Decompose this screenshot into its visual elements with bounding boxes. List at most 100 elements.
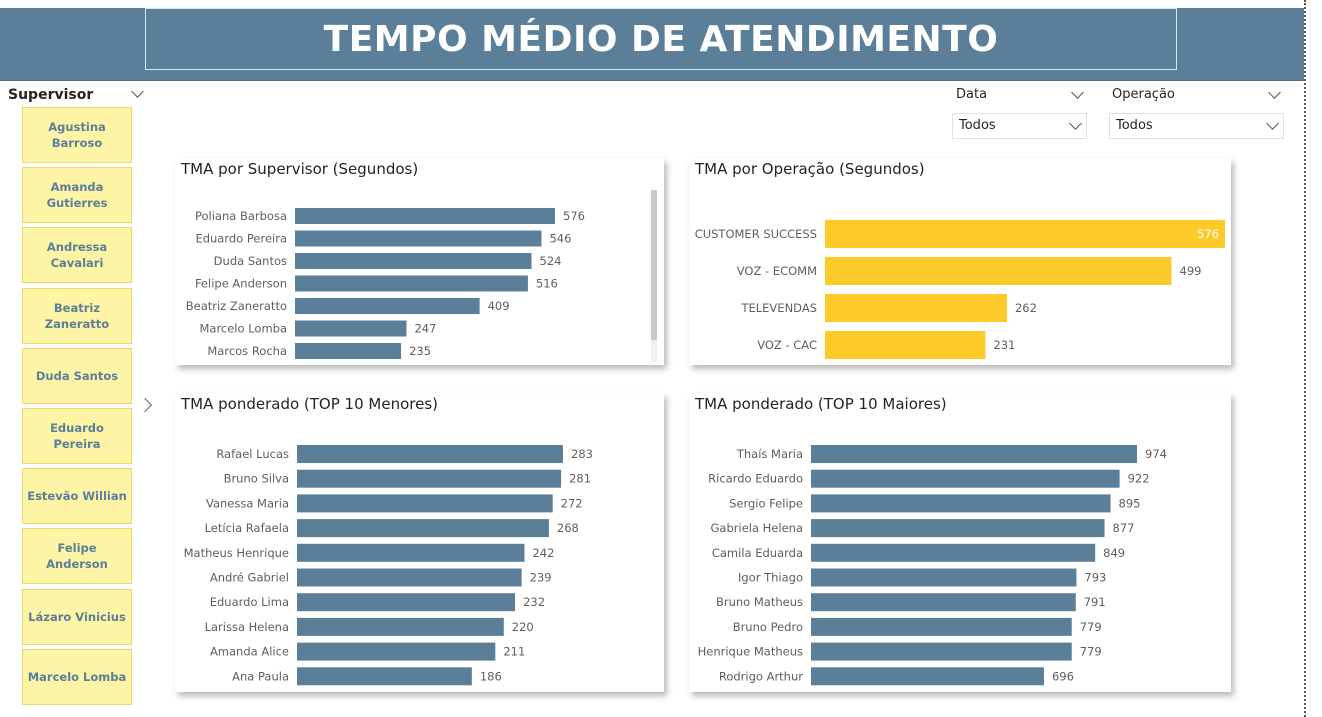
- bar[interactable]: [297, 667, 472, 686]
- data-filter-value: Todos: [959, 118, 996, 133]
- scrollbar-thumb[interactable]: [651, 190, 657, 340]
- chart-card-tma-supervisor: TMA por Supervisor (Segundos) Poliana Ba…: [175, 158, 664, 365]
- data-label: 231: [993, 338, 1015, 352]
- page-title: TEMPO MÉDIO DE ATENDIMENTO: [323, 18, 999, 60]
- category-label: Letícia Rafaela: [205, 521, 289, 535]
- bar[interactable]: [825, 257, 1172, 285]
- bar[interactable]: [295, 298, 480, 314]
- supervisor-slicer-item[interactable]: Beatriz Zaneratto: [22, 287, 132, 344]
- category-label: Felipe Anderson: [195, 277, 287, 291]
- supervisor-slicer-item[interactable]: Marcelo Lomba: [22, 648, 132, 705]
- data-label: 242: [532, 546, 554, 560]
- category-label: Sergio Felipe: [729, 496, 803, 510]
- data-label: 272: [561, 496, 583, 510]
- data-filter-chevron-down-icon[interactable]: [1071, 86, 1084, 99]
- bar[interactable]: [811, 543, 1096, 562]
- data-filter-dropdown[interactable]: Todos: [952, 113, 1087, 139]
- operacao-filter-value: Todos: [1116, 118, 1153, 133]
- chart-card-tma-top10-maiores: TMA ponderado (TOP 10 Maiores) Thaís Mar…: [689, 393, 1231, 692]
- data-label: 779: [1080, 620, 1102, 634]
- category-label: Matheus Henrique: [184, 546, 289, 560]
- category-label: Camila Eduarda: [712, 546, 803, 560]
- operacao-filter-dropdown[interactable]: Todos: [1109, 113, 1284, 139]
- chevron-right-icon[interactable]: [137, 397, 153, 413]
- chart-tma-top10-menores[interactable]: Rafael Lucas 283 Bruno Silva 281 Vanessa Mar…: [175, 393, 664, 692]
- bar[interactable]: [297, 445, 563, 463]
- chart-tma-top10-maiores[interactable]: Thaís Maria 974 Ricardo Eduardo 922 Sergio F…: [689, 393, 1231, 692]
- bar[interactable]: [297, 519, 549, 538]
- data-label: 232: [523, 595, 545, 609]
- data-label: 576: [563, 209, 585, 223]
- supervisor-slicer-item[interactable]: Duda Santos: [22, 347, 132, 404]
- category-label: Thaís Maria: [736, 447, 803, 461]
- bar[interactable]: [811, 445, 1137, 463]
- bar[interactable]: [295, 253, 532, 269]
- category-label: TELEVENDAS: [740, 301, 817, 315]
- report-header: TEMPO MÉDIO DE ATENDIMENTO: [0, 8, 1304, 81]
- bar[interactable]: [811, 667, 1044, 686]
- bar[interactable]: [297, 494, 553, 513]
- bar[interactable]: [297, 568, 522, 587]
- data-label: 211: [503, 645, 525, 659]
- category-label: Poliana Barbosa: [195, 209, 287, 223]
- bar[interactable]: [295, 230, 542, 247]
- category-label: Eduardo Pereira: [195, 232, 287, 246]
- supervisor-slicer-item[interactable]: Estevão Willian: [22, 468, 132, 525]
- category-label: VOZ - ECOMM: [737, 264, 817, 278]
- chart-tma-supervisor[interactable]: Poliana Barbosa 576 Eduardo Pereira 546 Duda…: [175, 158, 664, 365]
- data-label: 220: [512, 620, 534, 634]
- bar[interactable]: [295, 208, 555, 224]
- bar[interactable]: [295, 275, 528, 292]
- bar[interactable]: [297, 593, 516, 612]
- data-label: 516: [536, 277, 558, 291]
- bar[interactable]: [297, 617, 504, 636]
- category-label: Beatriz Zaneratto: [186, 299, 287, 313]
- bar[interactable]: [811, 494, 1111, 513]
- category-label: Duda Santos: [214, 254, 287, 268]
- bar[interactable]: [825, 331, 986, 359]
- bar[interactable]: [811, 469, 1120, 488]
- data-label: 186: [480, 669, 502, 683]
- category-label: Vanessa Maria: [206, 496, 289, 510]
- supervisor-chevron-down-icon[interactable]: [131, 85, 144, 98]
- supervisor-slicer-item[interactable]: Amanda Gutierres: [22, 167, 132, 224]
- chart-card-tma-operacao: TMA por Operação (Segundos) CUSTOMER SUC…: [689, 158, 1231, 365]
- bar[interactable]: [811, 519, 1105, 538]
- category-label: Gabriela Helena: [711, 521, 803, 535]
- supervisor-slicer-item[interactable]: Lázaro Vinicius: [22, 588, 132, 645]
- category-label: Eduardo Lima: [210, 595, 289, 609]
- category-label: Henrique Matheus: [698, 645, 803, 659]
- bar[interactable]: [297, 469, 562, 488]
- category-label: VOZ - CAC: [757, 338, 817, 352]
- category-label: Larissa Helena: [205, 620, 289, 634]
- bar[interactable]: [295, 320, 407, 337]
- bar[interactable]: [295, 343, 402, 359]
- category-label: Rafael Lucas: [216, 447, 289, 461]
- chart-tma-operacao[interactable]: CUSTOMER SUCCESS 576 VOZ - ECOMM 499 TELEVEN…: [689, 158, 1231, 365]
- bar[interactable]: [297, 642, 496, 661]
- supervisor-slicer-item[interactable]: Felipe Anderson: [22, 528, 132, 585]
- data-label: 791: [1084, 595, 1106, 609]
- supervisor-slicer-item[interactable]: Andressa Cavalari: [22, 227, 132, 284]
- bar[interactable]: [811, 593, 1076, 612]
- supervisor-slicer-item[interactable]: Eduardo Pereira: [22, 408, 132, 464]
- title-box: TEMPO MÉDIO DE ATENDIMENTO: [145, 8, 1177, 70]
- data-label: 239: [530, 571, 552, 585]
- chart-card-tma-top10-menores: TMA ponderado (TOP 10 Menores) Rafael Lu…: [175, 393, 664, 692]
- category-label: Marcos Rocha: [207, 344, 287, 358]
- data-label: 974: [1145, 447, 1167, 461]
- bar[interactable]: [825, 294, 1007, 322]
- data-label: 793: [1084, 571, 1106, 585]
- operacao-filter-chevron-down-icon[interactable]: [1268, 86, 1281, 99]
- bar[interactable]: [825, 220, 1225, 248]
- supervisor-slicer-item[interactable]: Agustina Barroso: [22, 107, 132, 163]
- data-label: 235: [409, 344, 431, 358]
- bar[interactable]: [811, 642, 1072, 661]
- data-dropdown-chevron-down-icon: [1069, 117, 1082, 130]
- category-label: Bruno Pedro: [733, 620, 803, 634]
- bar[interactable]: [297, 543, 525, 562]
- data-label: 268: [557, 521, 579, 535]
- bar[interactable]: [811, 568, 1077, 587]
- data-label: 895: [1119, 496, 1141, 510]
- bar[interactable]: [811, 617, 1072, 636]
